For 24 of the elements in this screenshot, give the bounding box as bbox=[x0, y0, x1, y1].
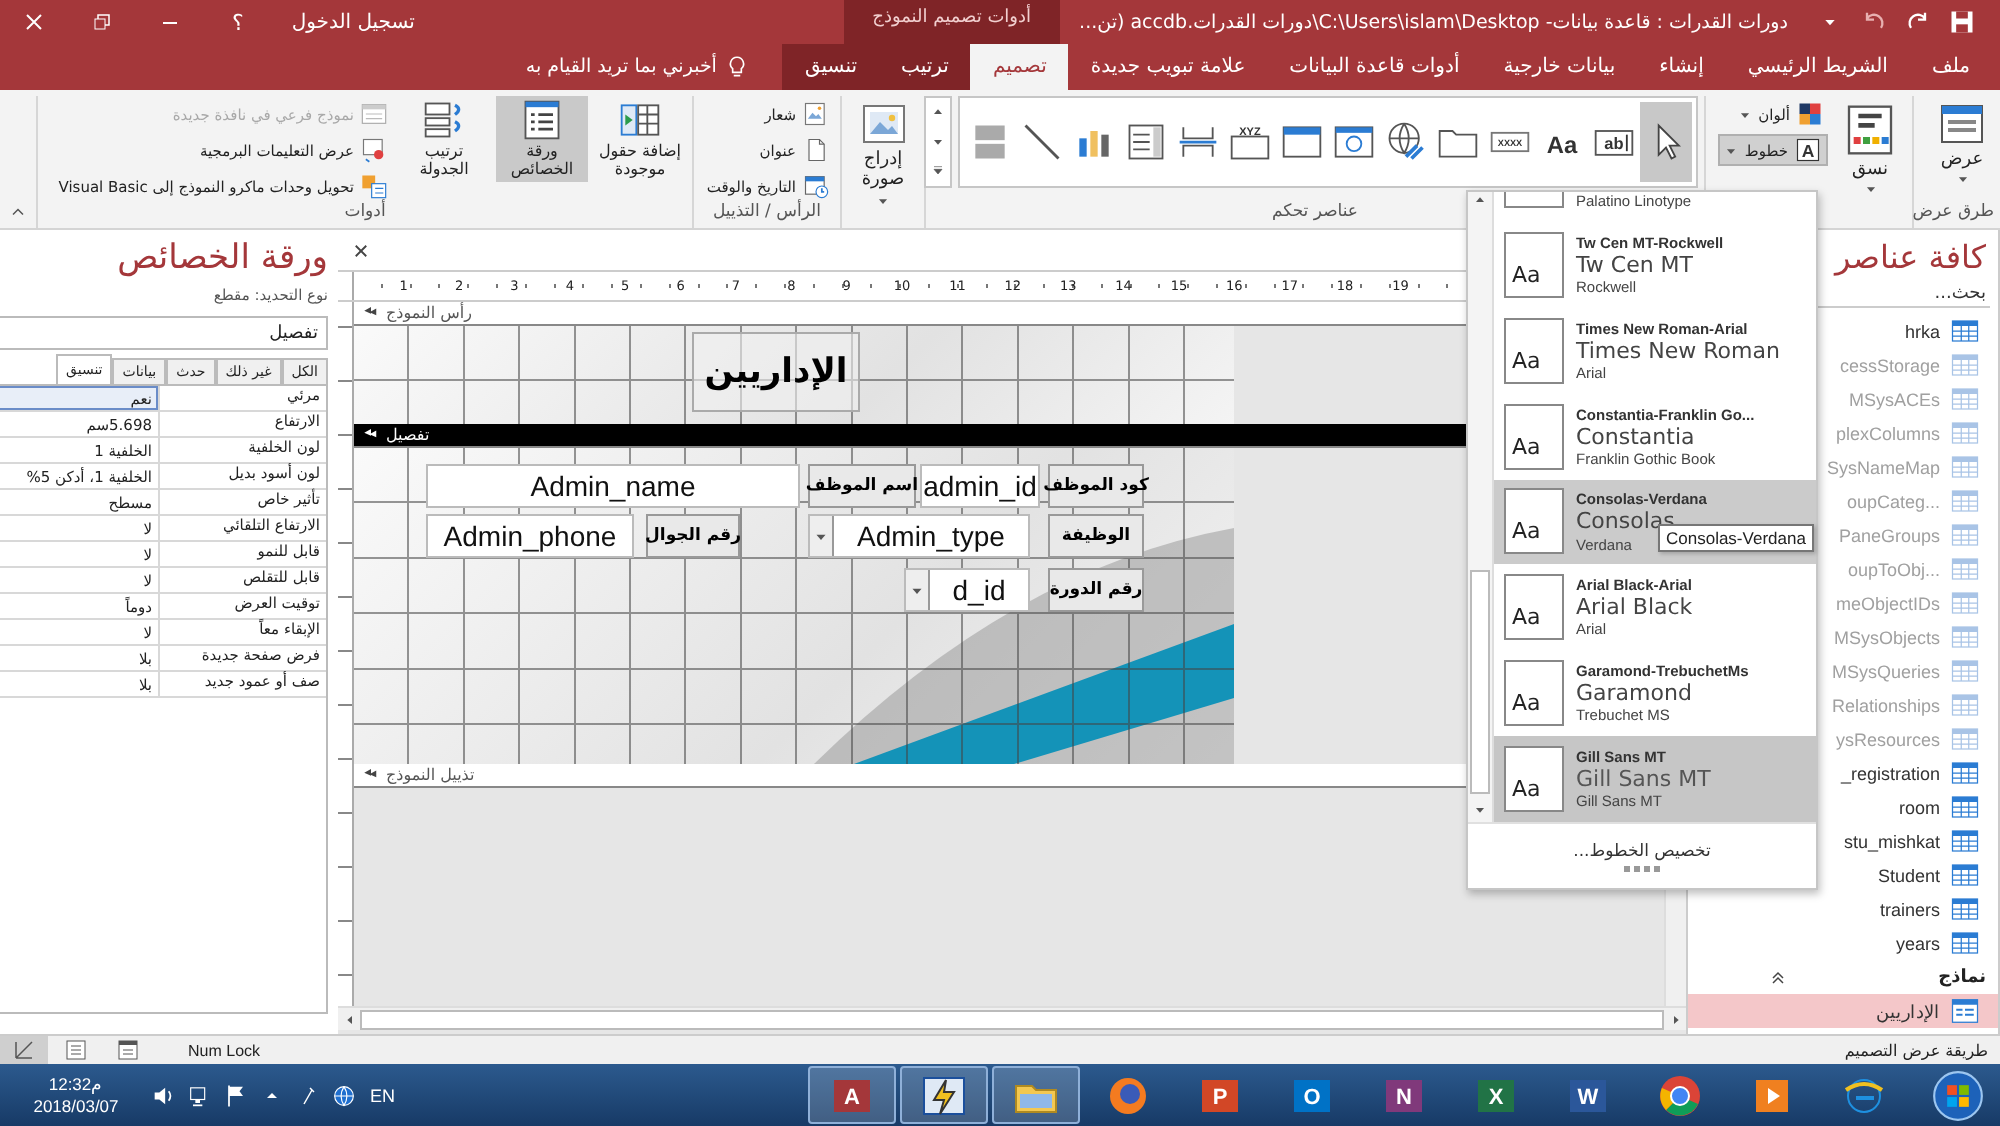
tooltip: Consolas-Verdana bbox=[1658, 524, 1814, 552]
font-preview: Aa bbox=[1504, 403, 1564, 470]
heading-font-name: Arial Black bbox=[1576, 594, 1693, 621]
num-lock-indicator: Num Lock bbox=[188, 1041, 261, 1059]
label-icon: Aa bbox=[1540, 120, 1584, 164]
font-preview: Aa bbox=[1504, 574, 1564, 641]
status-text: طريقة عرض التصميم bbox=[1844, 1041, 1990, 1059]
font-icon: A bbox=[1794, 136, 1822, 164]
window-title: دورات القدرات : قاعدة بيانات- C:\Users\islam\Desktop\دورات القدرات.accdb (تن... bbox=[1079, 11, 1788, 33]
group-label: أدوات bbox=[342, 202, 388, 226]
group-label: الرأس / التذييل bbox=[711, 202, 823, 226]
heading-font-name: Tw Cen MT bbox=[1576, 251, 1696, 278]
font-preview: Aa bbox=[1504, 317, 1564, 384]
font-preview: Aa bbox=[1504, 746, 1564, 813]
section-title: رأس النموذج bbox=[386, 304, 472, 322]
font-preview: Aa bbox=[1504, 488, 1564, 555]
heading-font-name: Times New Roman bbox=[1576, 337, 1780, 364]
font-preview: Aa bbox=[1504, 660, 1564, 727]
font-preview: Aa bbox=[1504, 231, 1564, 298]
section-title: تفصيل bbox=[386, 426, 430, 444]
contextual-tab-title: أدوات تصميم النموذج bbox=[844, 0, 1060, 44]
heading-font-name: Garamond bbox=[1576, 680, 1694, 707]
panel-title: ورقة الخصائص bbox=[117, 238, 328, 278]
section-title: تذييل النموذج bbox=[386, 766, 475, 784]
